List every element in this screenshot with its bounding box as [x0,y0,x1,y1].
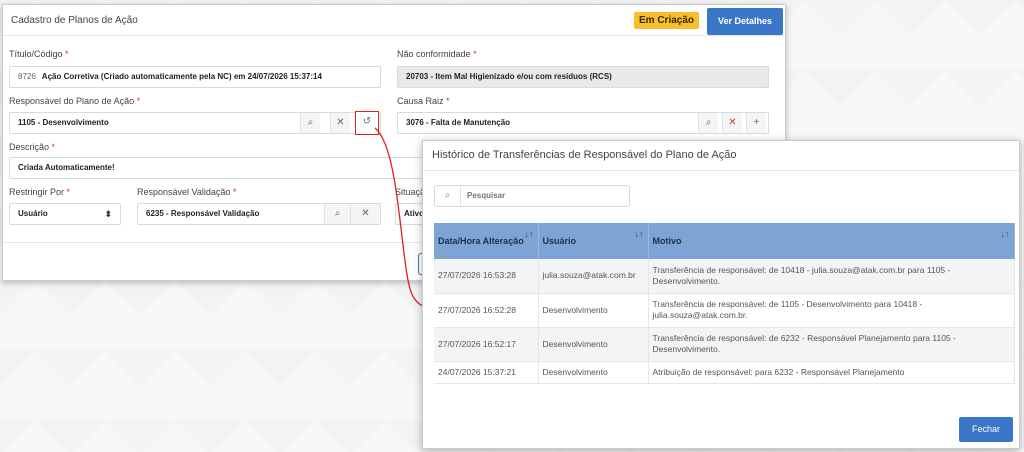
nc-value: 20703 - Item Mal Higienizado e/ou com re… [406,72,612,81]
row-datetime: 27/07/2026 16:52:17 [434,327,539,362]
titulo-code: 8726 [18,72,36,81]
resp-validacao-label: Responsável Validação * [137,187,237,197]
row-reason: Transferência de responsável: de 1105 - … [648,293,1015,328]
close-icon[interactable]: ✕ [350,204,380,224]
column-header-reason[interactable]: Motivo ↓↑ [648,223,1015,259]
table-row[interactable]: 27/07/2026 16:52:28 Desenvolvimento Tran… [434,293,1015,328]
sort-icon[interactable]: ↓↑ [1001,229,1010,239]
form-header: Cadastro de Planos de Ação Em Criação Ve… [3,5,785,36]
restringir-select[interactable]: Usuário ⬍ [9,203,121,225]
titulo-label: Título/Código * [9,49,69,59]
row-user: Desenvolvimento [538,327,649,362]
close-button[interactable]: Fechar [959,417,1013,442]
column-header-datetime[interactable]: Data/Hora Alteração ↓↑ [434,223,539,259]
history-modal: Histórico de Transferências de Responsáv… [422,140,1020,449]
page-title: Cadastro de Planos de Ação [11,15,138,26]
sort-icon[interactable]: ↓↑ [635,229,644,239]
status-badge: Em Criação [634,12,699,29]
close-icon[interactable]: ✕ [330,113,350,133]
search-icon[interactable]: ⌕ [698,113,718,133]
causa-value: 3076 - Falta de Manutenção [406,118,511,127]
table-row[interactable]: 24/07/2026 15:37:21 Desenvolvimento Atri… [434,361,1015,384]
search-input[interactable] [467,186,617,206]
modal-divider [423,170,1019,171]
titulo-value: Ação Corretiva (Criado automaticamente p… [41,72,322,81]
search-icon[interactable]: ⌕ [300,113,320,133]
restringir-label: Restringir Por * [9,187,71,197]
descricao-label: Descrição * [9,142,56,152]
responsavel-field[interactable]: 1105 - Desenvolvimento ⌕ ✕ ↺ [9,111,381,135]
situacao-value: Ativo [404,209,424,218]
responsavel-label: Responsável do Plano de Ação * [9,96,141,106]
titulo-field[interactable]: 8726 Ação Corretiva (Criado automaticamen… [9,66,381,88]
nc-label: Não conformidade * [397,49,477,59]
row-reason: Transferência de responsável: de 6232 - … [648,327,1015,362]
history-icon[interactable]: ↺ [355,111,379,135]
responsavel-value: 1105 - Desenvolvimento [18,118,109,127]
table-row[interactable]: 27/07/2026 16:53:28 julia.souza@atak.com… [434,259,1015,294]
table-row[interactable]: 27/07/2026 16:52:17 Desenvolvimento Tran… [434,327,1015,362]
close-icon[interactable]: ✕ [722,113,742,133]
view-details-button[interactable]: Ver Detalhes [707,8,783,35]
search-icon: ⌕ [435,186,461,206]
resp-validacao-field[interactable]: 6235 - Responsável Validação ⌕ ✕ [137,203,381,225]
descricao-field[interactable]: Criada Automaticamente! [9,157,425,179]
select-arrows-icon: ⬍ [104,209,112,219]
row-datetime: 27/07/2026 16:52:28 [434,293,539,328]
column-header-user[interactable]: Usuário ↓↑ [538,223,649,259]
row-datetime: 24/07/2026 15:37:21 [434,361,539,384]
history-table: Data/Hora Alteração ↓↑ Usuário ↓↑ Motivo ↓↑… [434,223,1015,384]
row-user: julia.souza@atak.com.br [538,259,649,294]
modal-title: Histórico de Transferências de Responsáv… [432,149,737,161]
row-reason: Atribuição de responsável: para 6232 - R… [648,361,1015,384]
descricao-value: Criada Automaticamente! [18,163,115,172]
row-user: Desenvolvimento [538,293,649,328]
causa-field[interactable]: 3076 - Falta de Manutenção ⌕ ✕ + [397,112,769,134]
row-user: Desenvolvimento [538,361,649,384]
resp-validacao-value: 6235 - Responsável Validação [146,209,260,218]
search-icon[interactable]: ⌕ [324,204,350,224]
row-datetime: 27/07/2026 16:53:28 [434,259,539,294]
causa-label: Causa Raiz * [397,96,450,106]
restringir-value: Usuário [18,209,48,218]
sort-icon[interactable]: ↓↑ [525,229,534,239]
search-box[interactable]: ⌕ [434,185,630,207]
nc-field: 20703 - Item Mal Higienizado e/ou com re… [397,66,769,88]
table-header-row: Data/Hora Alteração ↓↑ Usuário ↓↑ Motivo ↓↑ [434,223,1015,259]
row-reason: Transferência de responsável: de 10418 -… [648,259,1015,294]
plus-icon[interactable]: + [746,113,766,133]
